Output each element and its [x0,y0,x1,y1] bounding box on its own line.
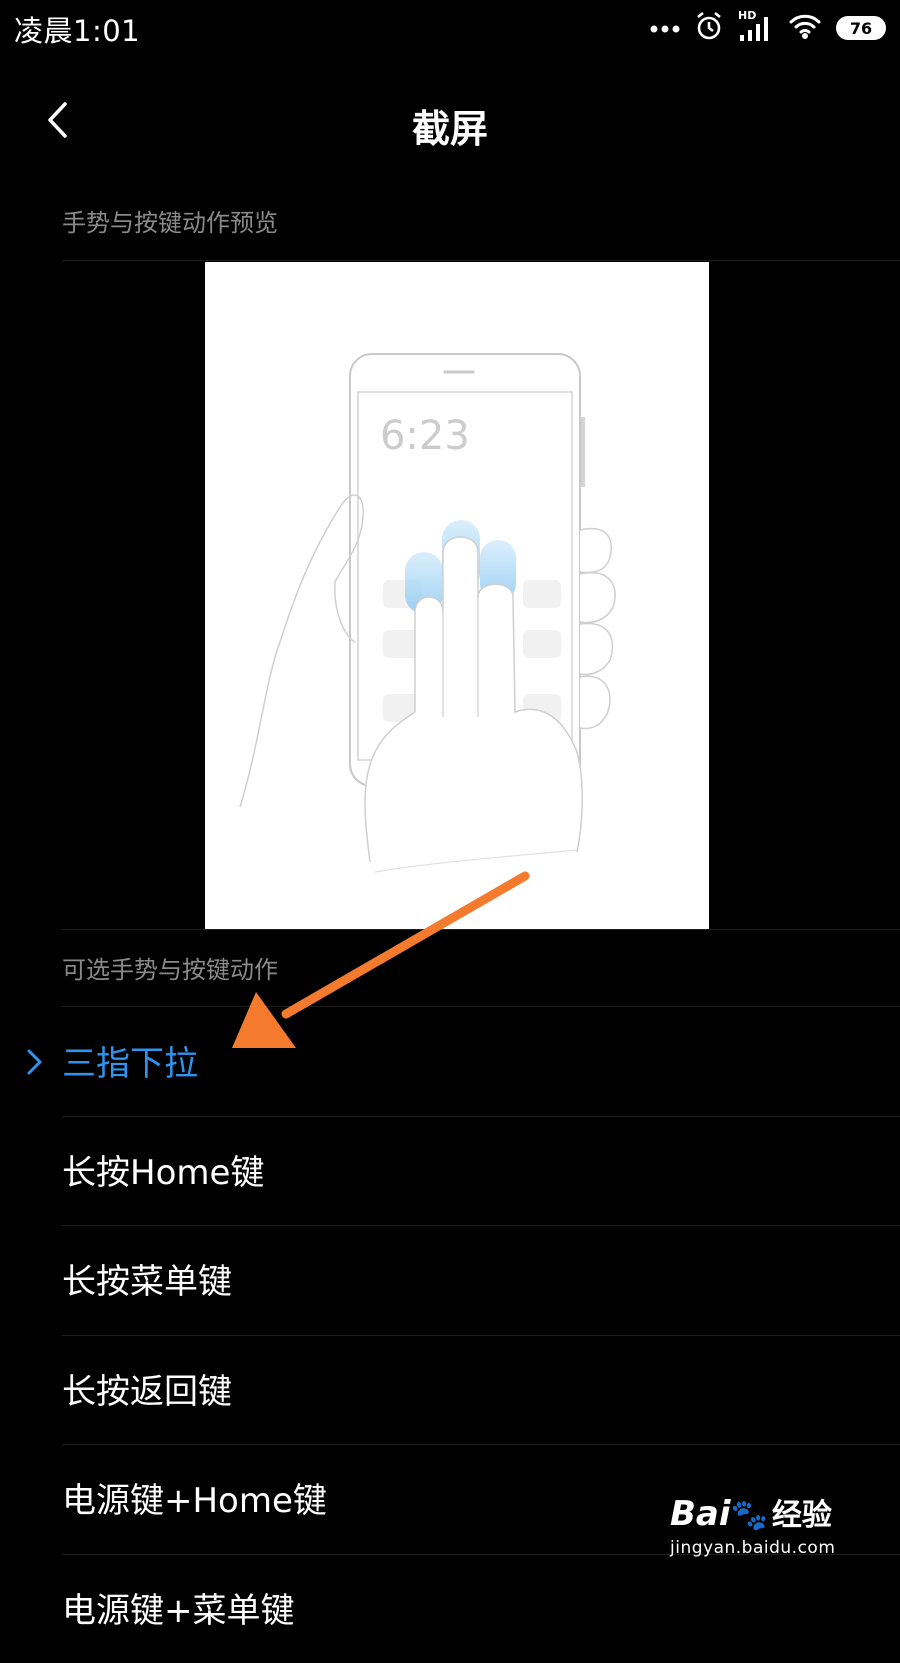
alarm-clock-icon [694,11,724,45]
option-label: 长按返回键 [62,1372,232,1412]
watermark-brand-sub: 经验 [771,1498,832,1533]
chevron-right-icon [27,1049,42,1075]
option-label: 电源键+Home键 [62,1481,327,1521]
wifi-icon [788,12,822,44]
watermark-url: jingyan.baidu.com [670,1538,836,1558]
option-label: 三指下拉 [62,1044,198,1084]
divider [62,1006,900,1007]
watermark-brand: Bai [670,1494,731,1534]
hd-label: HD [738,9,757,22]
three-finger-swipe-illustration: 6:23 [239,353,616,873]
battery-icon: 76 [836,16,886,40]
option-label: 电源键+菜单键 [62,1591,295,1631]
divider [62,929,900,930]
preview-section-title: 手势与按键动作预览 [62,209,278,237]
more-dots-icon [650,19,680,38]
options-section-title: 可选手势与按键动作 [62,956,278,984]
phone-clock: 6:23 [380,413,470,459]
option-label: 长按菜单键 [62,1262,232,1302]
option-label: 长按Home键 [62,1153,265,1193]
status-bar: 凌晨1:01 HD 76 [0,0,900,58]
page-title: 截屏 [411,107,488,151]
gesture-preview-illustration: 6:23 [205,262,709,929]
status-time: 凌晨1:01 [14,14,141,48]
option-three-finger-swipe[interactable]: 三指下拉 [0,1008,900,1116]
status-icons: HD 76 [650,9,886,46]
hd-signal-icon: HD [738,9,774,43]
divider [62,260,900,261]
baidu-jingyan-watermark: Bai🐾 经验 jingyan.baidu.com [670,1490,850,1580]
option-long-press-back[interactable]: 长按返回键 [0,1336,900,1444]
option-long-press-menu[interactable]: 长按菜单键 [0,1226,900,1334]
paw-icon: 🐾 [730,1498,768,1533]
option-long-press-home[interactable]: 长按Home键 [0,1117,900,1225]
title-bar: 截屏 [0,80,900,160]
